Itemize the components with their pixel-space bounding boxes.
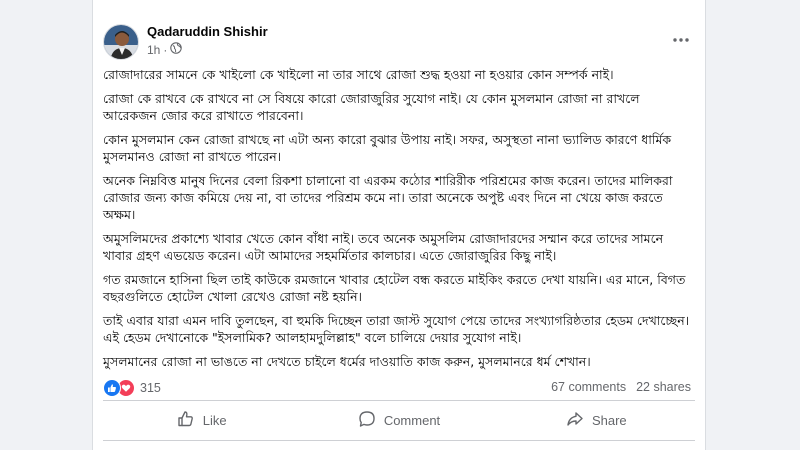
author-name[interactable]: Qadaruddin Shishir xyxy=(147,24,268,39)
comment-button[interactable]: Comment xyxy=(300,402,497,438)
like-button[interactable]: Like xyxy=(103,402,300,438)
post-header: Qadaruddin Shishir 1h · xyxy=(93,0,705,64)
actions-divider xyxy=(103,440,695,441)
post-body: রোজাদারের সামনে কে খাইলো কে খাইলো না তার… xyxy=(103,66,695,377)
post-time[interactable]: 1h xyxy=(147,43,160,57)
post-paragraph: রোজা কে রাখবে কে রাখবে না সে বিষয়ে কারো… xyxy=(103,91,640,123)
stats-divider xyxy=(103,400,695,401)
post-actions: Like Comment Share xyxy=(103,402,695,438)
post-paragraph: কোন মুসলমান কেন রোজা রাখছে না এটা অন্য ক… xyxy=(103,132,672,164)
post-paragraph: অমুসলিমদের প্রকাশ্যে খাবার খেতে কোন বাঁধ… xyxy=(103,231,664,263)
comment-label: Comment xyxy=(383,412,441,428)
post-paragraph: গত রমজানে হাসিনা ছিল তাই কাউকে রমজানে খা… xyxy=(103,272,686,304)
post-paragraph: অনেক নিম্নবিত্ত মানুষ দিনের বেলা রিকশা চ… xyxy=(103,173,673,222)
globe-icon xyxy=(170,42,183,57)
like-reaction-icon xyxy=(103,379,121,397)
comments-count[interactable]: 67 comments xyxy=(551,380,626,394)
share-arrow-icon xyxy=(566,410,584,431)
more-options-icon[interactable] xyxy=(669,28,693,52)
reactions-count: 315 xyxy=(140,381,161,395)
thumbs-up-icon xyxy=(177,410,195,431)
shares-count[interactable]: 22 shares xyxy=(636,380,691,394)
share-label: Share xyxy=(591,412,627,428)
post-meta: 1h · xyxy=(147,42,183,57)
post-paragraph: তাই এবার যারা এমন দাবি তুলছেন, বা হুমকি … xyxy=(103,313,690,345)
post-card: Qadaruddin Shishir 1h · রোজাদারের সামনে … xyxy=(92,0,706,450)
share-button[interactable]: Share xyxy=(498,402,695,438)
like-label: Like xyxy=(202,412,227,428)
post-stats: 315 67 comments 22 shares xyxy=(103,376,697,398)
post-paragraph: রোজাদারের সামনে কে খাইলো কে খাইলো না তার… xyxy=(103,67,614,82)
meta-separator: · xyxy=(163,42,168,57)
reactions-summary[interactable]: 315 xyxy=(103,379,161,397)
comment-bubble-icon xyxy=(358,410,376,431)
post-paragraph: মুসলমানের রোজা না ভাঙতে না দেখতে চাইলে ধ… xyxy=(103,354,591,369)
engagement-counts: 67 comments 22 shares xyxy=(551,380,691,394)
author-avatar[interactable] xyxy=(103,24,139,60)
